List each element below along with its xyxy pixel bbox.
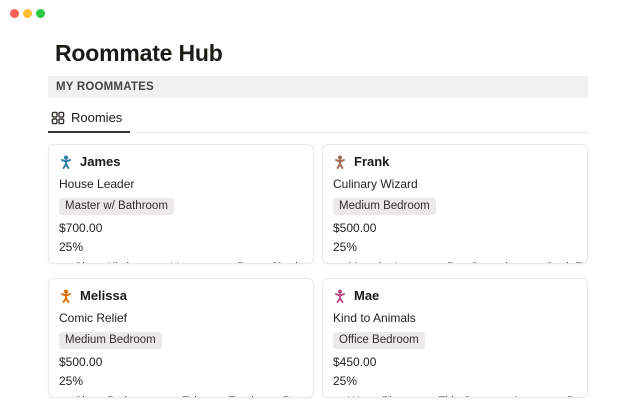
close-button[interactable] (10, 9, 19, 18)
share-percent: 25% (59, 240, 303, 254)
roommate-card-james[interactable]: James House Leader Master w/ Bathroom $7… (48, 144, 314, 264)
roommate-name: Melissa (80, 288, 127, 303)
task-label: Clean Kitchen (74, 261, 146, 264)
share-percent: 25% (59, 374, 303, 388)
task-label: Water Plants (348, 395, 413, 398)
task-link[interactable]: Prune Shrubs (222, 261, 307, 264)
section-header-bar: MY ROOMMATES (48, 76, 588, 98)
roommate-card-mae[interactable]: Mae Kind to Animals Office Bedroom $450.… (322, 278, 588, 398)
card-header: Mae (333, 288, 577, 303)
roommate-subtitle: Kind to Animals (333, 311, 577, 325)
card-header: Frank (333, 154, 577, 169)
minimize-button[interactable] (23, 9, 32, 18)
task-link[interactable]: Clean Kitchen (59, 261, 146, 264)
room-tag-row: Medium Bedroom (333, 196, 577, 215)
person-icon (333, 289, 347, 303)
gallery-grid-icon (51, 111, 65, 125)
task-label: Recycling (283, 395, 314, 398)
zoom-button[interactable] (36, 9, 45, 18)
spray-bottle-icon (59, 398, 70, 399)
roommate-name: Frank (354, 154, 389, 169)
roommate-card-melissa[interactable]: Melissa Comic Relief Medium Bedroom $500… (48, 278, 314, 398)
rent-amount: $700.00 (59, 221, 303, 235)
gallery-grid: James House Leader Master w/ Bathroom $7… (48, 133, 588, 398)
roommate-subtitle: House Leader (59, 177, 303, 191)
task-label: Buy Groceries (447, 261, 520, 264)
share-percent: 25% (333, 240, 577, 254)
rent-amount: $500.00 (333, 221, 577, 235)
room-tag-row: Office Bedroom (333, 330, 577, 349)
window-controls (10, 9, 45, 18)
card-header: James (59, 154, 303, 169)
person-icon (59, 155, 73, 169)
tab-label: Roomies (71, 110, 122, 125)
plant-icon (333, 398, 344, 399)
rent-amount: $450.00 (333, 355, 577, 369)
task-link[interactable]: Tidy Common Areas (423, 395, 542, 398)
room-tag: Office Bedroom (333, 332, 425, 349)
room-tag-row: Master w/ Bathroom (59, 196, 303, 215)
roommate-name: James (80, 154, 120, 169)
task-link[interactable]: Mow the Lawn (333, 261, 422, 264)
roommate-name: Mae (354, 288, 379, 303)
broom-icon (156, 264, 167, 265)
room-tag: Master w/ Bathroom (59, 198, 174, 215)
task-link[interactable]: Water Plants (333, 395, 413, 398)
task-label: Cook Friday night dinner (545, 261, 588, 264)
task-link[interactable]: Clean Bathroom (59, 395, 157, 398)
section-header-label: MY ROOMMATES (56, 81, 154, 93)
page-title: Roommate Hub (55, 40, 588, 66)
share-percent: 25% (333, 374, 577, 388)
cart-icon (432, 264, 443, 265)
tab-roomies[interactable]: Roomies (48, 103, 130, 133)
task-link[interactable]: Cook Friday night dinner (530, 261, 588, 264)
task-label: Prune Shrubs (237, 261, 307, 264)
rent-amount: $500.00 (59, 355, 303, 369)
spray-bottle-icon (59, 264, 70, 265)
task-link[interactable]: Vacuum (156, 261, 212, 264)
task-label: Tidy Common Areas (438, 395, 542, 398)
task-label: Dust House (567, 395, 588, 398)
roommate-card-frank[interactable]: Frank Culinary Wizard Medium Bedroom $50… (322, 144, 588, 264)
task-label: Vacuum (171, 261, 212, 264)
roommate-subtitle: Culinary Wizard (333, 177, 577, 191)
task-list: Mow the Lawn Buy Groceries Cook Friday n… (333, 261, 577, 264)
sparkles-icon (423, 398, 434, 399)
person-icon (59, 289, 73, 303)
trash-icon (268, 398, 279, 399)
task-label: Mow the Lawn (348, 261, 422, 264)
task-link[interactable]: Buy Groceries (432, 261, 520, 264)
task-link[interactable]: Take out Trash (167, 395, 257, 398)
room-tag: Medium Bedroom (59, 332, 162, 349)
task-label: Clean Bathroom (74, 395, 157, 398)
task-list: Water Plants Tidy Common Areas Dust Hous… (333, 395, 577, 398)
view-tabs: Roomies (48, 103, 588, 133)
task-label: Take out Trash (182, 395, 257, 398)
leaf-icon (222, 264, 233, 265)
roommate-subtitle: Comic Relief (59, 311, 303, 325)
room-tag-row: Medium Bedroom (59, 330, 303, 349)
pot-icon (530, 264, 541, 265)
task-link[interactable]: Recycling (268, 395, 314, 398)
leaf-icon (333, 264, 344, 265)
card-header: Melissa (59, 288, 303, 303)
task-link[interactable]: Dust House (552, 395, 588, 398)
trash-icon (167, 398, 178, 399)
feather-icon (552, 398, 563, 399)
task-list: Clean Kitchen Vacuum Prune Shrubs (59, 261, 303, 264)
task-list: Clean Bathroom Take out Trash Recycling (59, 395, 303, 398)
person-icon (333, 155, 347, 169)
room-tag: Medium Bedroom (333, 198, 436, 215)
page-content: Roommate Hub MY ROOMMATES Roomies James … (48, 40, 588, 398)
